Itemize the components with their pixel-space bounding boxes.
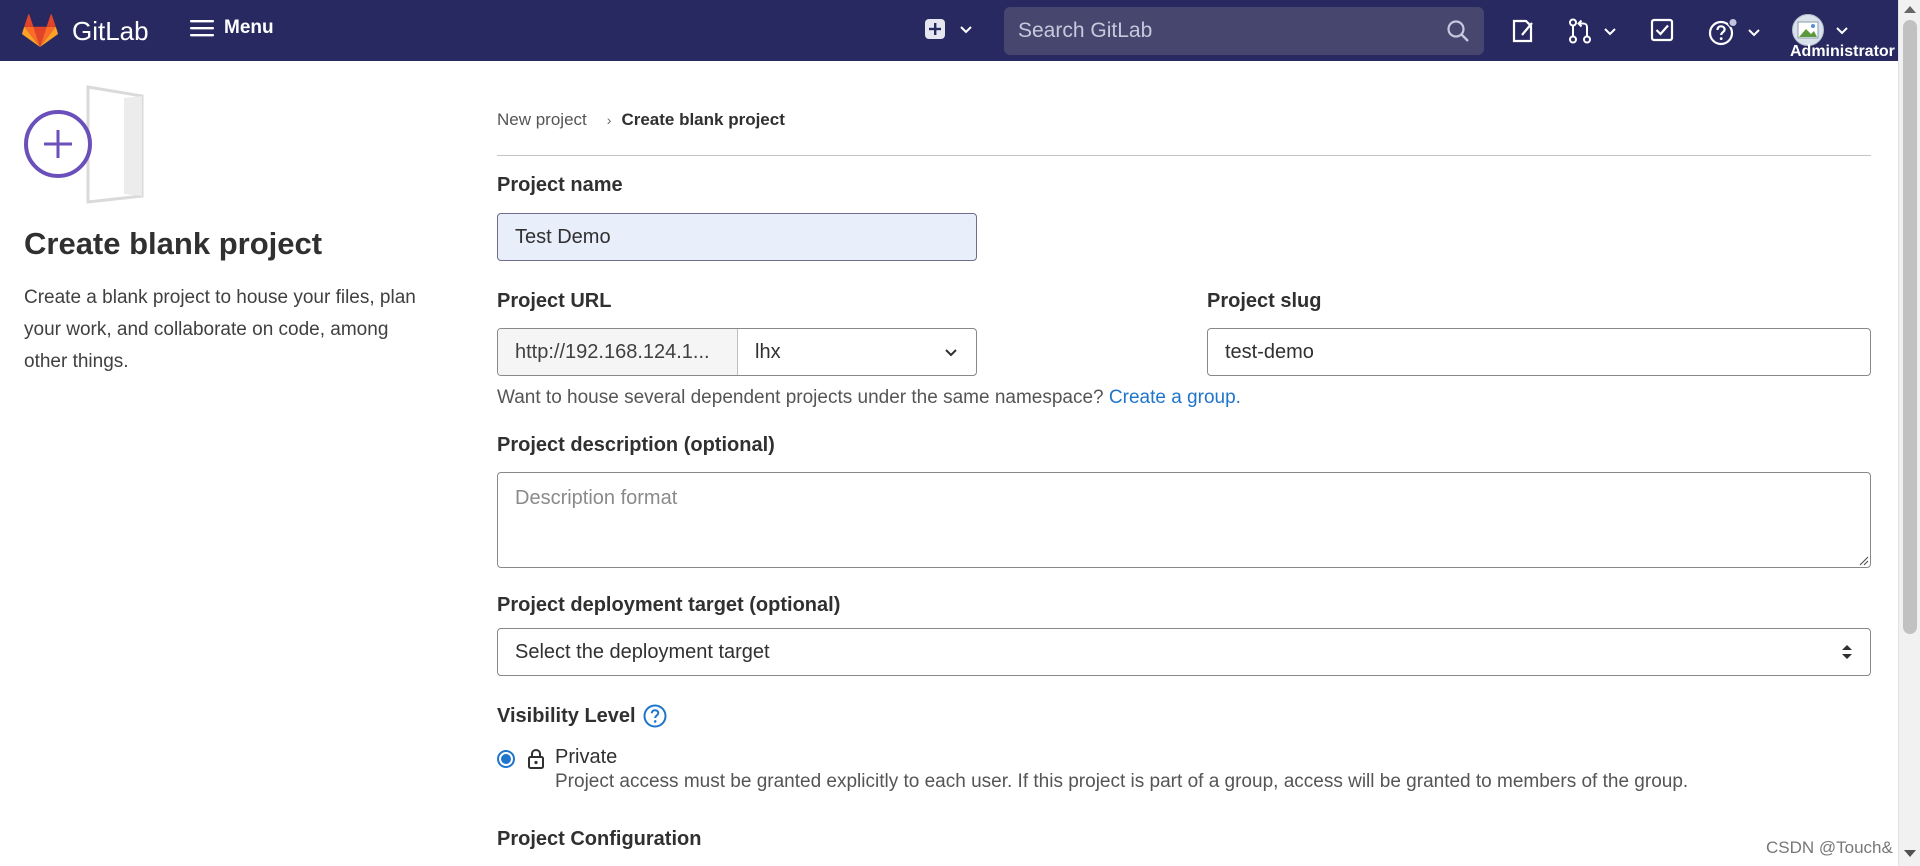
project-name-input[interactable]: [497, 213, 977, 261]
search-box[interactable]: [1004, 7, 1484, 55]
scroll-up-arrow-icon[interactable]: [1904, 6, 1916, 13]
project-description-input[interactable]: [497, 472, 1871, 568]
project-name-label: Project name: [497, 174, 623, 196]
namespace-dropdown[interactable]: lhx: [738, 329, 976, 375]
visibility-level-text: Visibility Level: [497, 704, 636, 727]
project-url-label: Project URL: [497, 290, 612, 312]
user-menu-dropdown[interactable]: Administrator: [1790, 12, 1898, 61]
create-group-link[interactable]: Create a group.: [1109, 387, 1241, 408]
breadcrumb: New project › Create blank project: [497, 110, 785, 130]
private-option-title: Private: [555, 746, 618, 768]
broken-image-icon: [1797, 21, 1819, 39]
namespace-help-text: Want to house several dependent projects…: [497, 387, 1241, 409]
private-option-text: Private Project access must be granted e…: [555, 746, 1688, 793]
plus-square-icon: [925, 19, 945, 39]
page-description: Create a blank project to house your fil…: [24, 287, 416, 372]
project-url-prefix: http://192.168.124.1...: [498, 329, 738, 375]
namespace-value: lhx: [755, 340, 781, 363]
brand-home-link[interactable]: GitLab: [22, 14, 149, 48]
merge-requests-dropdown[interactable]: [1568, 18, 1618, 44]
scroll-down-arrow-icon[interactable]: [1904, 850, 1916, 857]
todos-button[interactable]: [1650, 18, 1674, 42]
search-icon: [1447, 20, 1469, 42]
issues-icon: [1512, 19, 1533, 43]
visibility-private-option: Private Project access must be granted e…: [497, 746, 1688, 793]
help-dropdown[interactable]: [1708, 18, 1762, 46]
breadcrumb-divider: [497, 155, 1871, 156]
search-input[interactable]: [1018, 19, 1446, 43]
help-question-icon: [1708, 18, 1738, 46]
private-option-description: Project access must be granted explicitl…: [555, 771, 1689, 792]
merge-request-icon: [1569, 18, 1591, 44]
username-label: Administrator: [1790, 43, 1895, 60]
chevron-down-icon: [1748, 29, 1760, 37]
todo-checkbox-icon: [1650, 18, 1674, 42]
project-url-group: http://192.168.124.1... lhx: [497, 328, 977, 376]
breadcrumb-chevron-icon: ›: [606, 112, 612, 128]
new-project-illustration-icon: [24, 85, 144, 204]
brand-name: GitLab: [72, 15, 149, 46]
lock-icon: [528, 748, 544, 769]
chevron-down-icon: [1604, 28, 1616, 36]
chevron-down-icon: [1836, 27, 1848, 35]
page-title: Create blank project: [24, 226, 323, 261]
new-item-dropdown[interactable]: [924, 18, 974, 40]
top-navbar: GitLab Menu Search GitLab Administrator: [0, 0, 1898, 61]
visibility-level-label: Visibility Level: [497, 704, 667, 728]
blank-project-illustration: [24, 84, 148, 209]
namespace-help-message: Want to house several dependent projects…: [497, 387, 1104, 408]
chevron-down-icon: [945, 349, 957, 357]
question-circle-icon[interactable]: [643, 704, 667, 728]
menu-button[interactable]: Menu: [190, 17, 274, 39]
private-radio[interactable]: [497, 750, 515, 768]
breadcrumb-current: Create blank project: [621, 110, 785, 129]
gitlab-logo-icon: [22, 14, 58, 47]
project-slug-label: Project slug: [1207, 290, 1322, 312]
hamburger-icon: [190, 20, 214, 37]
select-arrows-icon: [1842, 645, 1852, 659]
deployment-target-select[interactable]: Select the deployment target: [497, 628, 1871, 676]
radio-selected-dot: [501, 754, 511, 764]
scroll-thumb[interactable]: [1903, 20, 1917, 634]
deployment-target-label: Project deployment target (optional): [497, 594, 841, 616]
project-configuration-label: Project Configuration: [497, 828, 702, 850]
avatar: [1792, 14, 1824, 46]
breadcrumb-new-project-link[interactable]: New project: [497, 110, 587, 130]
chevron-down-icon: [960, 26, 972, 34]
deployment-target-value: Select the deployment target: [515, 640, 770, 663]
project-description-label: Project description (optional): [497, 434, 775, 456]
issues-button[interactable]: [1510, 18, 1536, 44]
page-scrollbar[interactable]: [1898, 0, 1920, 866]
watermark-text: CSDN @Touch&: [1766, 838, 1893, 857]
menu-label: Menu: [224, 17, 274, 38]
project-slug-input[interactable]: [1207, 328, 1871, 376]
resize-grip-icon[interactable]: [1859, 556, 1869, 566]
